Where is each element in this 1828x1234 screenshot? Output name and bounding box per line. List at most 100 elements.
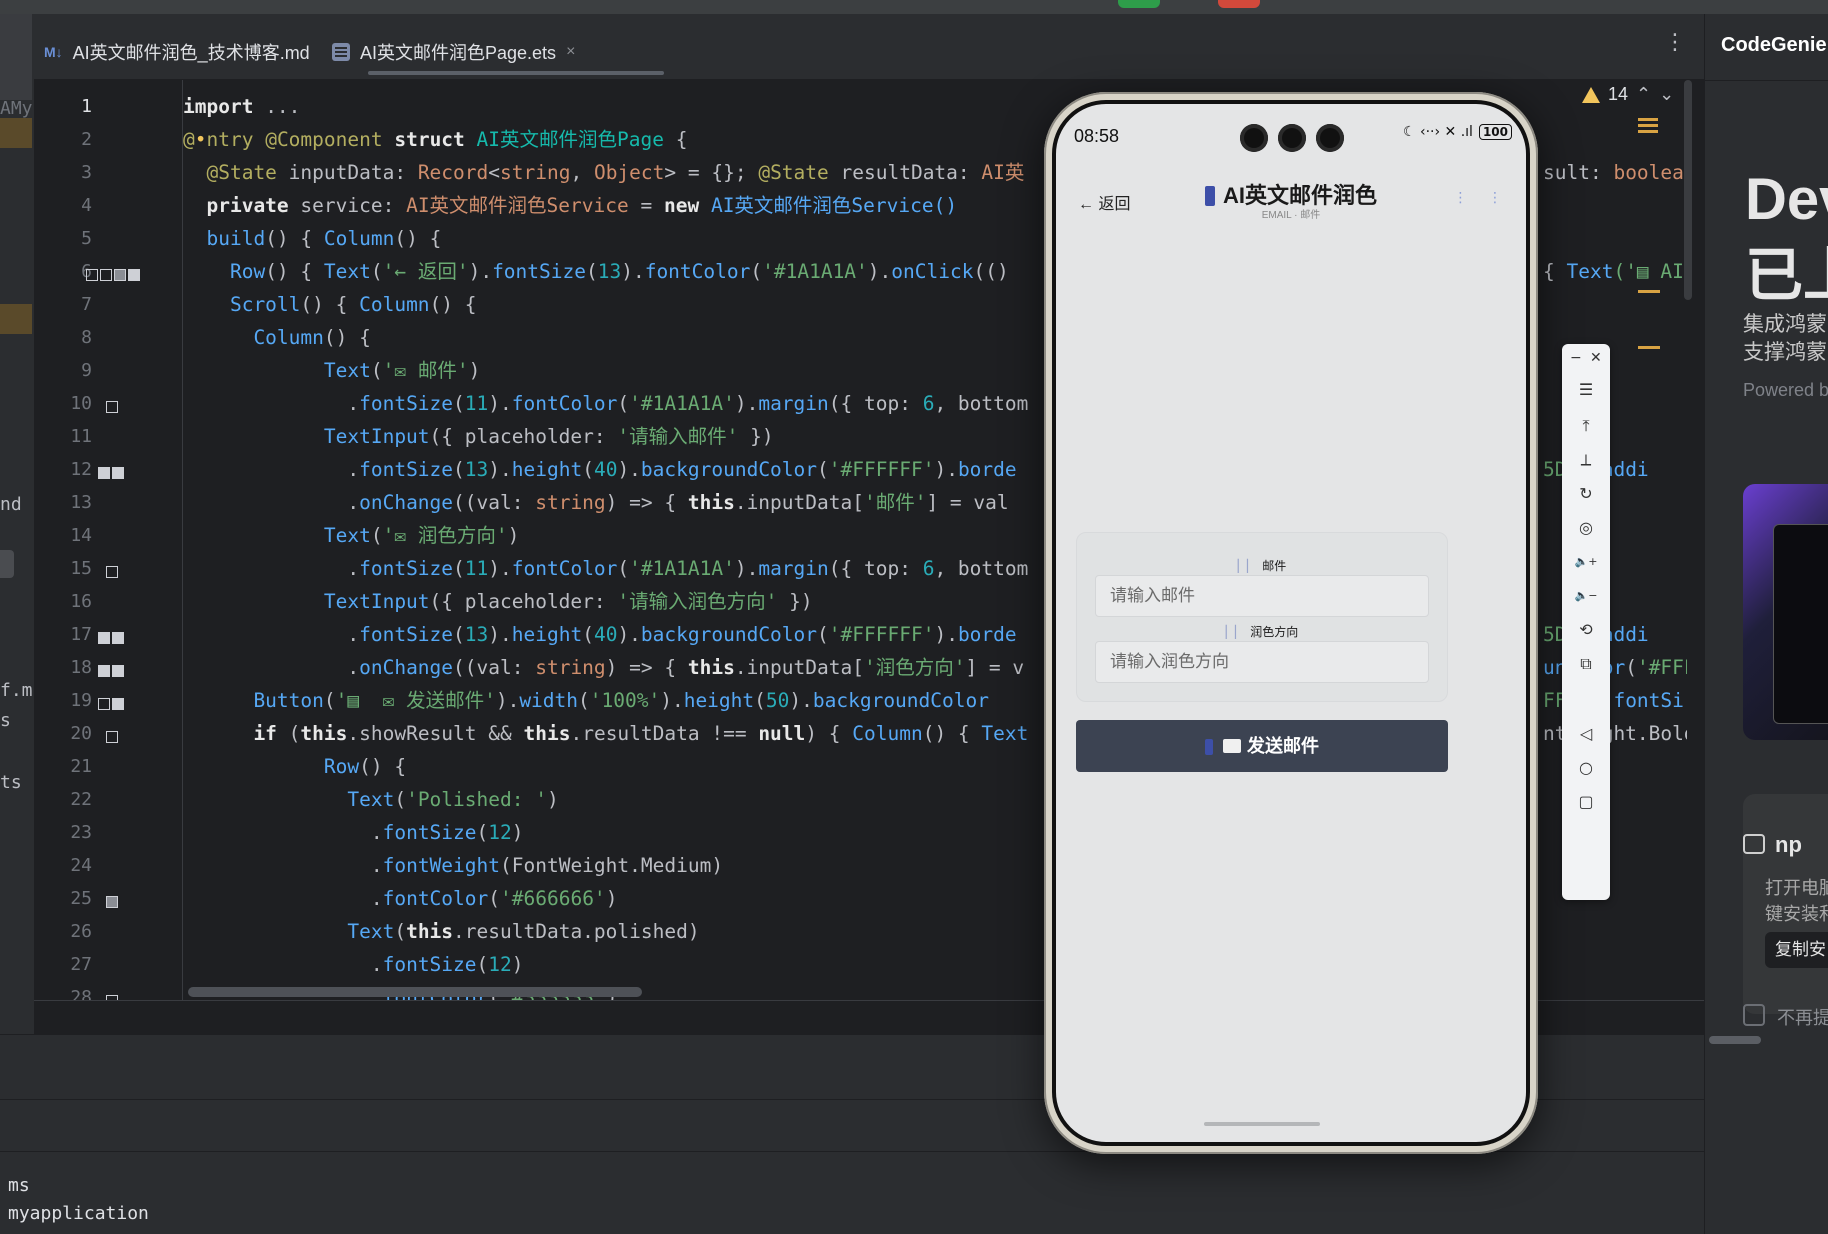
- scroll-thumb[interactable]: [0, 550, 14, 578]
- gutter-marker-icon[interactable]: [98, 632, 110, 644]
- promo-screenshot: [1743, 484, 1828, 740]
- code-token: resultData:: [840, 161, 982, 184]
- gutter-marker-icon[interactable]: [98, 698, 110, 710]
- code-token: (: [323, 689, 336, 712]
- code-token: ).: [617, 623, 641, 646]
- code-token: (: [394, 788, 407, 811]
- nav-home-icon[interactable]: ○: [1574, 756, 1598, 780]
- code-token: 11: [464, 557, 489, 580]
- close-icon[interactable]: ✕: [1590, 350, 1602, 366]
- active-tab-indicator: [368, 71, 664, 75]
- more-vertical-icon[interactable]: ⋮: [1664, 30, 1686, 55]
- code-token: '#FFF: [1636, 656, 1687, 679]
- more-icon[interactable]: ⋮ ⋮: [1454, 190, 1510, 206]
- gutter-marker-icon[interactable]: [106, 566, 118, 578]
- code-token: width: [519, 689, 579, 712]
- inspection-widget[interactable]: 14 ⌃ ⌄: [1582, 84, 1674, 105]
- gutter-marker-icon[interactable]: [100, 269, 112, 281]
- chevron-down-icon[interactable]: ⌄: [1659, 84, 1674, 105]
- gutter-marker-icon[interactable]: [106, 896, 118, 908]
- code-token: Scroll: [183, 293, 301, 316]
- camera-icon: [1316, 124, 1344, 152]
- tree-fragment[interactable]: s: [0, 710, 11, 731]
- code-token: •: [194, 128, 207, 151]
- code-token: ) => {: [605, 656, 688, 679]
- volume-down-icon[interactable]: 🔈−: [1574, 584, 1598, 608]
- rotate-icon[interactable]: ↻: [1574, 482, 1598, 506]
- menu-icon[interactable]: ☰: [1574, 378, 1598, 402]
- gutter-marker-icon[interactable]: [114, 269, 126, 281]
- code-token: .: [183, 458, 360, 481]
- line-number: 25: [70, 888, 92, 909]
- tab-blog-md[interactable]: M↓ AI英文邮件润色_技术博客.md: [44, 32, 310, 72]
- status-indicator-icons: ☾ ‹··› ✕ .ıl: [1402, 124, 1473, 140]
- send-email-button[interactable]: 发送邮件: [1076, 720, 1448, 772]
- nav-recents-icon[interactable]: ▢: [1574, 790, 1598, 814]
- mail-icon: ▏▏: [1237, 559, 1257, 573]
- pin-top-icon[interactable]: ⤒: [1574, 414, 1598, 438]
- home-indicator[interactable]: [1204, 1122, 1320, 1126]
- code-token: fontSize: [492, 260, 586, 283]
- code-token: (: [582, 623, 594, 646]
- gutter-marker-icon[interactable]: [112, 467, 124, 479]
- code-token: ('▤ AI: [1613, 260, 1684, 283]
- gutter-marker-icon[interactable]: [106, 731, 118, 743]
- code-token: Text: [183, 524, 371, 547]
- gutter-marker-icon[interactable]: [112, 632, 124, 644]
- code-token: onClick: [891, 260, 974, 283]
- nav-back-icon[interactable]: ◁: [1574, 722, 1598, 746]
- window-green-button[interactable]: [1118, 0, 1160, 8]
- screenshot-icon[interactable]: ◎: [1574, 516, 1598, 540]
- copy-install-button[interactable]: 复制安: [1765, 932, 1828, 968]
- line-number: 3: [81, 162, 92, 183]
- code-token: '#FFFFFF': [828, 623, 935, 646]
- multi-window-icon[interactable]: ⧉: [1574, 652, 1598, 676]
- code-token: height: [511, 458, 583, 481]
- tab-page-ets[interactable]: AI英文邮件润色Page.ets ×: [332, 32, 575, 72]
- code-token: () {: [265, 227, 324, 250]
- close-icon[interactable]: ×: [566, 43, 575, 61]
- page-subtitle: EMAIL · 邮件: [1261, 210, 1321, 221]
- gutter-marker-icon[interactable]: [128, 269, 140, 281]
- gutter-marker-icon[interactable]: [112, 665, 124, 677]
- code-token: '▤ ✉ 发送邮件': [335, 689, 496, 712]
- volume-up-icon[interactable]: 🔈+: [1574, 550, 1598, 574]
- code-token: build: [183, 227, 266, 250]
- code-line: Text(this.resultData.polished): [183, 915, 699, 948]
- gutter-marker-icon[interactable]: [98, 467, 110, 479]
- tree-fragment[interactable]: nd: [0, 494, 22, 515]
- chevron-up-icon[interactable]: ⌃: [1636, 84, 1651, 105]
- vertical-scrollbar[interactable]: [1684, 80, 1692, 300]
- code-token: Text: [183, 920, 395, 943]
- code-token: '#666666': [500, 887, 606, 910]
- code-token: 13: [464, 458, 489, 481]
- code-token: Object: [593, 161, 665, 184]
- gutter-marker-icon[interactable]: [112, 698, 124, 710]
- tree-fragment[interactable]: AMy: [0, 98, 33, 119]
- code-token: (: [476, 821, 489, 844]
- panel-scrollbar[interactable]: [1709, 1036, 1761, 1044]
- rotate-device-icon[interactable]: ⟲: [1574, 618, 1598, 642]
- code-token: if: [183, 722, 289, 745]
- project-panel-edge: AMy nd f.mc s ts: [0, 14, 43, 1034]
- gutter-marker-icon[interactable]: [86, 269, 98, 281]
- code-token: , bottom: [934, 392, 1029, 415]
- window-red-button[interactable]: [1218, 0, 1260, 8]
- code-token: (FontWeight.Medium): [500, 854, 724, 877]
- minimize-icon[interactable]: −: [1570, 350, 1582, 366]
- email-input[interactable]: 请输入邮件: [1095, 575, 1429, 617]
- crop-icon[interactable]: ⟂: [1574, 448, 1598, 472]
- horizontal-scrollbar[interactable]: [188, 987, 642, 997]
- code-token: ) {: [805, 722, 853, 745]
- tree-fragment[interactable]: ts: [0, 772, 22, 793]
- gutter-marker-icon[interactable]: [106, 401, 118, 413]
- promo-heading: 已上: [1745, 243, 1828, 308]
- code-token: (: [370, 260, 383, 283]
- code-token: ).: [488, 392, 512, 415]
- polish-direction-input[interactable]: 请输入润色方向: [1095, 641, 1429, 683]
- code-token: '100%': [589, 689, 661, 712]
- emulator-screen[interactable]: 08:58 ☾ ‹··› ✕ .ıl 100 ← 返回 AI英文邮件润色 EMA…: [1052, 100, 1530, 1146]
- dont-show-checkbox[interactable]: [1743, 1004, 1765, 1026]
- line-number: 11: [70, 426, 92, 447]
- gutter-marker-icon[interactable]: [98, 665, 110, 677]
